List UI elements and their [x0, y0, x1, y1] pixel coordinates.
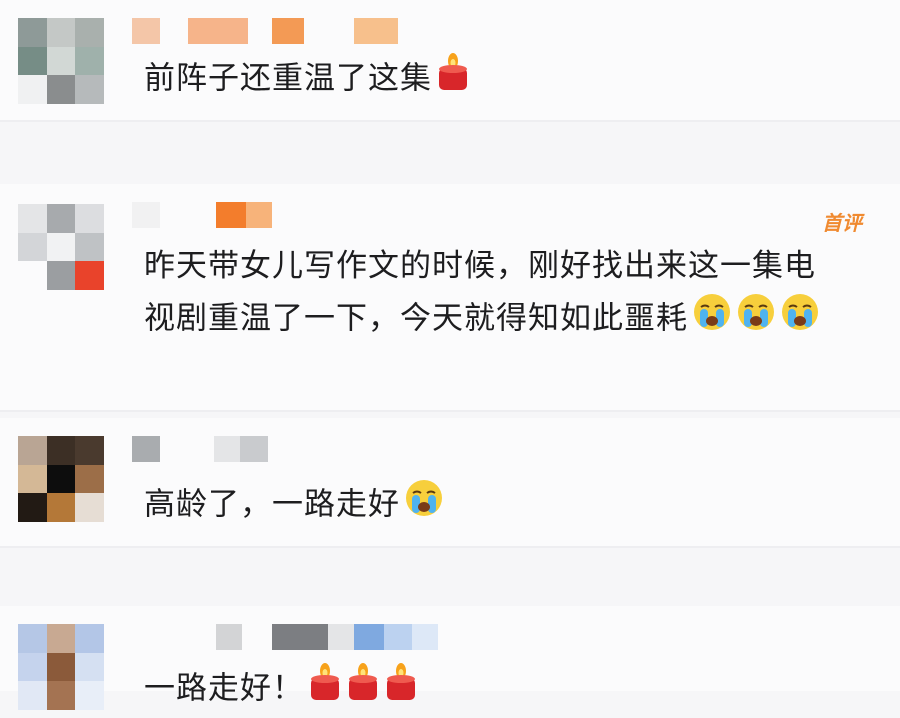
comment-text: 前阵子还重温了这集 [144, 52, 470, 108]
username[interactable] [132, 18, 398, 44]
avatar[interactable] [18, 436, 104, 522]
comment-body-line-2: 视剧重温了一下，今天就得知如此噩耗 [144, 292, 820, 348]
crying-face-icon [692, 292, 732, 348]
avatar[interactable] [18, 624, 104, 710]
comment-item: 首评 昨天带女儿写作文的时候，刚好找出来这一集电 视剧重温了一下，今天就得知如此… [0, 184, 900, 410]
comment-body: 前阵子还重温了这集 [144, 60, 432, 97]
username[interactable] [132, 202, 272, 228]
candle-icon [346, 662, 380, 718]
username[interactable] [132, 624, 438, 650]
comment-body-line-1: 昨天带女儿写作文的时候，刚好找出来这一集电 [144, 248, 816, 284]
candle-icon [384, 662, 418, 718]
comment-item: 高龄了，一路走好 [0, 418, 900, 546]
crying-face-icon [736, 292, 776, 348]
candle-icon [436, 52, 470, 108]
comment-item: 前阵子还重温了这集 [0, 0, 900, 120]
comment-text: 一路走好！ [144, 662, 418, 718]
comment-body: 一路走好！ [144, 670, 304, 707]
comment-item: 一路走好！ [0, 606, 900, 710]
comment-body: 高龄了，一路走好 [144, 486, 400, 523]
avatar[interactable] [18, 204, 104, 290]
comment-text: 高龄了，一路走好 [144, 478, 444, 534]
avatar[interactable] [18, 18, 104, 104]
comment-text: 昨天带女儿写作文的时候，刚好找出来这一集电 视剧重温了一下，今天就得知如此噩耗 [144, 240, 820, 348]
comment-body-line-2-text: 视剧重温了一下，今天就得知如此噩耗 [144, 300, 688, 337]
candle-icon [308, 662, 342, 718]
username[interactable] [132, 436, 268, 462]
crying-face-icon [780, 292, 820, 348]
crying-face-icon [404, 478, 444, 534]
first-comment-badge: 首评 [822, 211, 862, 235]
